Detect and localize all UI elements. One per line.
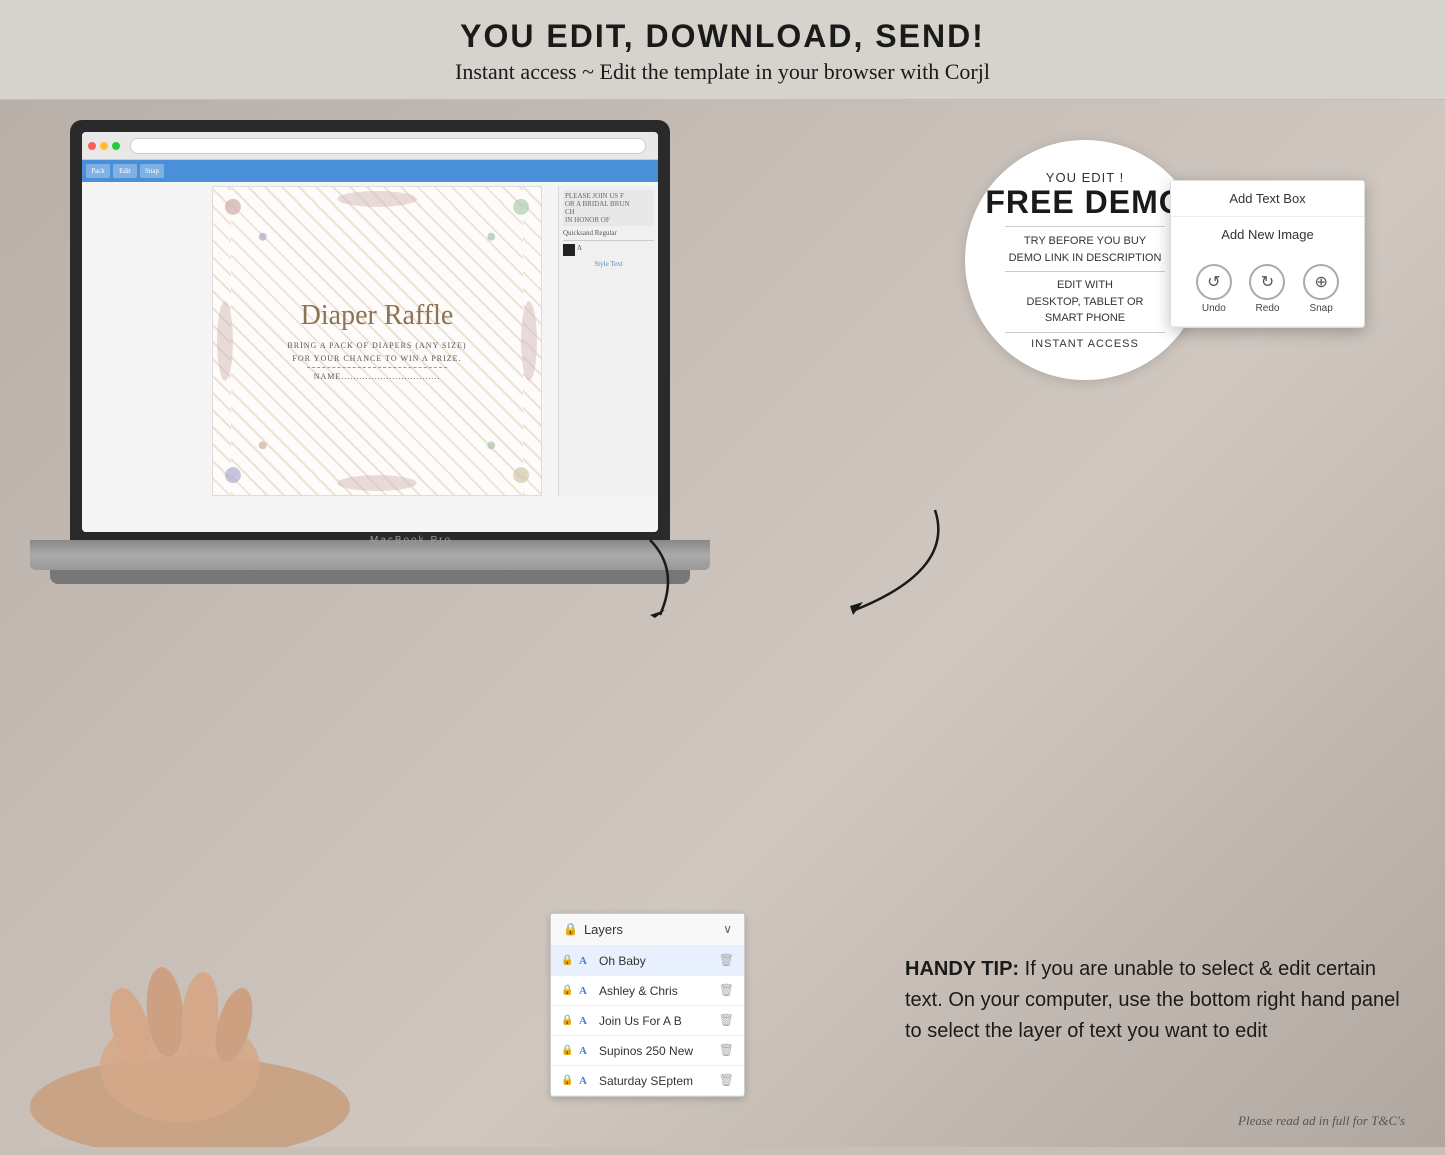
snap-icon[interactable]: ⊕ xyxy=(1303,264,1339,300)
layers-panel: 🔒 Layers ∨ 🔒 A Oh Baby 🗑 🔒 A Ashley & Ch… xyxy=(550,913,745,1097)
layer-name-supinos: Supinos 250 New xyxy=(599,1044,713,1058)
toolbar-btn-1[interactable]: Pack xyxy=(86,164,110,178)
laptop-area: Pack Edit Snap xyxy=(30,120,710,820)
undo-icon[interactable]: ↺ xyxy=(1196,264,1232,300)
floral-design: Diaper Raffle BRING A PACK OF DIAPERS (A… xyxy=(213,187,541,495)
layer-lock-icon-5: 🔒 xyxy=(561,1075,573,1086)
badge-try-before-label: TRY BEFORE YOU BUY DEMO LINK IN DESCRIPT… xyxy=(1009,233,1162,266)
layers-chevron-icon[interactable]: ∨ xyxy=(723,922,732,937)
side-panel-controls: A xyxy=(563,244,654,256)
laptop-screen-frame: Pack Edit Snap xyxy=(70,120,670,540)
layer-delete-icon-5[interactable]: 🗑 xyxy=(719,1073,734,1088)
layer-item-saturday[interactable]: 🔒 A Saturday SEptem 🗑 xyxy=(551,1066,744,1096)
layers-header-left: 🔒 Layers xyxy=(563,922,623,937)
browser-minimize-dot xyxy=(100,142,108,150)
layer-name-join-us: Join Us For A B xyxy=(599,1014,713,1028)
toolbar-btn-2[interactable]: Edit xyxy=(113,164,137,178)
side-panel-label: PLEASE JOIN US FOR A BRIDAL BRUNCHIN HON… xyxy=(563,190,654,226)
layer-lock-icon-1: 🔒 xyxy=(561,955,573,966)
corjl-right-panel: Add Text Box Add New Image ↺ Undo ↻ Redo… xyxy=(1170,180,1365,328)
badge-divider-3 xyxy=(1005,332,1165,333)
layer-delete-icon-1[interactable]: 🗑 xyxy=(719,953,734,968)
style-text-label: Style Text xyxy=(563,260,654,268)
layer-item-supinos[interactable]: 🔒 A Supinos 250 New 🗑 xyxy=(551,1036,744,1066)
laptop-screen: Pack Edit Snap xyxy=(82,132,658,532)
header-title: YOU EDIT, DOWNLOAD, SEND! xyxy=(0,18,1445,55)
layer-type-2: A xyxy=(579,985,593,997)
layer-type-1: A xyxy=(579,955,593,967)
browser-maximize-dot xyxy=(112,142,120,150)
side-panel-divider xyxy=(563,240,654,241)
layer-type-3: A xyxy=(579,1015,593,1027)
header-banner: YOU EDIT, DOWNLOAD, SEND! Instant access… xyxy=(0,0,1445,100)
add-text-box-button[interactable]: Add Text Box xyxy=(1171,181,1364,217)
layers-header: 🔒 Layers ∨ xyxy=(551,914,744,946)
layer-delete-icon-3[interactable]: 🗑 xyxy=(719,1013,734,1028)
design-line1: BRING A PACK OF DIAPERS (ANY SIZE) xyxy=(287,341,466,350)
hand-decoration xyxy=(0,947,400,1147)
design-canvas: Diaper Raffle BRING A PACK OF DIAPERS (A… xyxy=(212,186,542,496)
font-size-label: A xyxy=(577,244,582,256)
layer-lock-icon-4: 🔒 xyxy=(561,1045,573,1056)
badge-divider-1 xyxy=(1005,226,1165,227)
browser-url-bar[interactable] xyxy=(130,138,646,154)
design-line2: FOR YOUR CHANCE TO WIN A PRIZE. xyxy=(287,354,466,363)
layer-item-ashley[interactable]: 🔒 A Ashley & Chris 🗑 xyxy=(551,976,744,1006)
undo-item: ↺ Undo xyxy=(1196,264,1232,314)
free-demo-badge: YOU EDIT ! FREE DEMO TRY BEFORE YOU BUY … xyxy=(965,140,1205,380)
macbook-logo: MacBook Pro xyxy=(370,535,452,546)
side-panel-font-label: Quicksand Regular xyxy=(563,229,654,237)
layer-lock-icon-2: 🔒 xyxy=(561,985,573,996)
tip-label: HANDY TIP: xyxy=(905,958,1019,980)
browser-chrome xyxy=(82,132,658,160)
layer-lock-icon-3: 🔒 xyxy=(561,1015,573,1026)
design-main-title: Diaper Raffle xyxy=(287,301,466,332)
badge-free-demo-label: FREE DEMO xyxy=(985,185,1184,220)
browser-close-dot xyxy=(88,142,96,150)
color-swatch[interactable] xyxy=(563,244,575,256)
layers-title: Layers xyxy=(584,922,623,937)
redo-item: ↻ Redo xyxy=(1249,264,1285,314)
badge-you-edit-label: YOU EDIT ! xyxy=(1046,170,1124,185)
main-area: Pack Edit Snap xyxy=(0,100,1445,1147)
editor-toolbar: Pack Edit Snap xyxy=(82,160,658,182)
editor-side-panel: PLEASE JOIN US FOR A BRIDAL BRUNCHIN HON… xyxy=(558,186,658,496)
arrow-badge-to-tip xyxy=(825,490,965,630)
snap-label: Snap xyxy=(1309,303,1332,314)
arrow-panel-to-layers xyxy=(590,530,710,630)
layer-item-oh-baby[interactable]: 🔒 A Oh Baby 🗑 xyxy=(551,946,744,976)
tip-area: HANDY TIP: If you are unable to select &… xyxy=(905,954,1405,1047)
badge-divider-2 xyxy=(1005,271,1165,272)
layer-item-join-us[interactable]: 🔒 A Join Us For A B 🗑 xyxy=(551,1006,744,1036)
hand-svg xyxy=(0,947,380,1147)
tip-text: HANDY TIP: If you are unable to select &… xyxy=(905,954,1405,1047)
browser-content: Pack Edit Snap xyxy=(82,160,658,532)
layer-type-5: A xyxy=(579,1075,593,1087)
badge-edit-with-label: EDIT WITH DESKTOP, TABLET OR SMART PHONE xyxy=(1027,277,1144,327)
layer-name-ashley: Ashley & Chris xyxy=(599,984,713,998)
redo-icon[interactable]: ↻ xyxy=(1249,264,1285,300)
layer-delete-icon-2[interactable]: 🗑 xyxy=(719,983,734,998)
undo-label: Undo xyxy=(1202,303,1226,314)
badge-instant-label: INSTANT ACCESS xyxy=(1031,338,1139,350)
redo-label: Redo xyxy=(1256,303,1280,314)
snap-item: ⊕ Snap xyxy=(1303,264,1339,314)
layer-name-saturday: Saturday SEptem xyxy=(599,1074,713,1088)
toolbar-btn-3[interactable]: Snap xyxy=(140,164,164,178)
layer-delete-icon-4[interactable]: 🗑 xyxy=(719,1043,734,1058)
layers-lock-icon: 🔒 xyxy=(563,922,578,937)
corjl-icons-row: ↺ Undo ↻ Redo ⊕ Snap xyxy=(1171,252,1364,327)
design-text-area: Diaper Raffle BRING A PACK OF DIAPERS (A… xyxy=(277,291,476,392)
add-new-image-button[interactable]: Add New Image xyxy=(1171,217,1364,252)
layer-name-oh-baby: Oh Baby xyxy=(599,954,713,968)
layer-type-4: A xyxy=(579,1045,593,1057)
header-subtitle: Instant access ~ Edit the template in yo… xyxy=(0,59,1445,85)
footer-disclaimer: Please read ad in full for T&C's xyxy=(1238,1113,1405,1129)
design-line3: NAME................................. xyxy=(287,372,466,381)
design-dotted-divider xyxy=(307,367,446,368)
